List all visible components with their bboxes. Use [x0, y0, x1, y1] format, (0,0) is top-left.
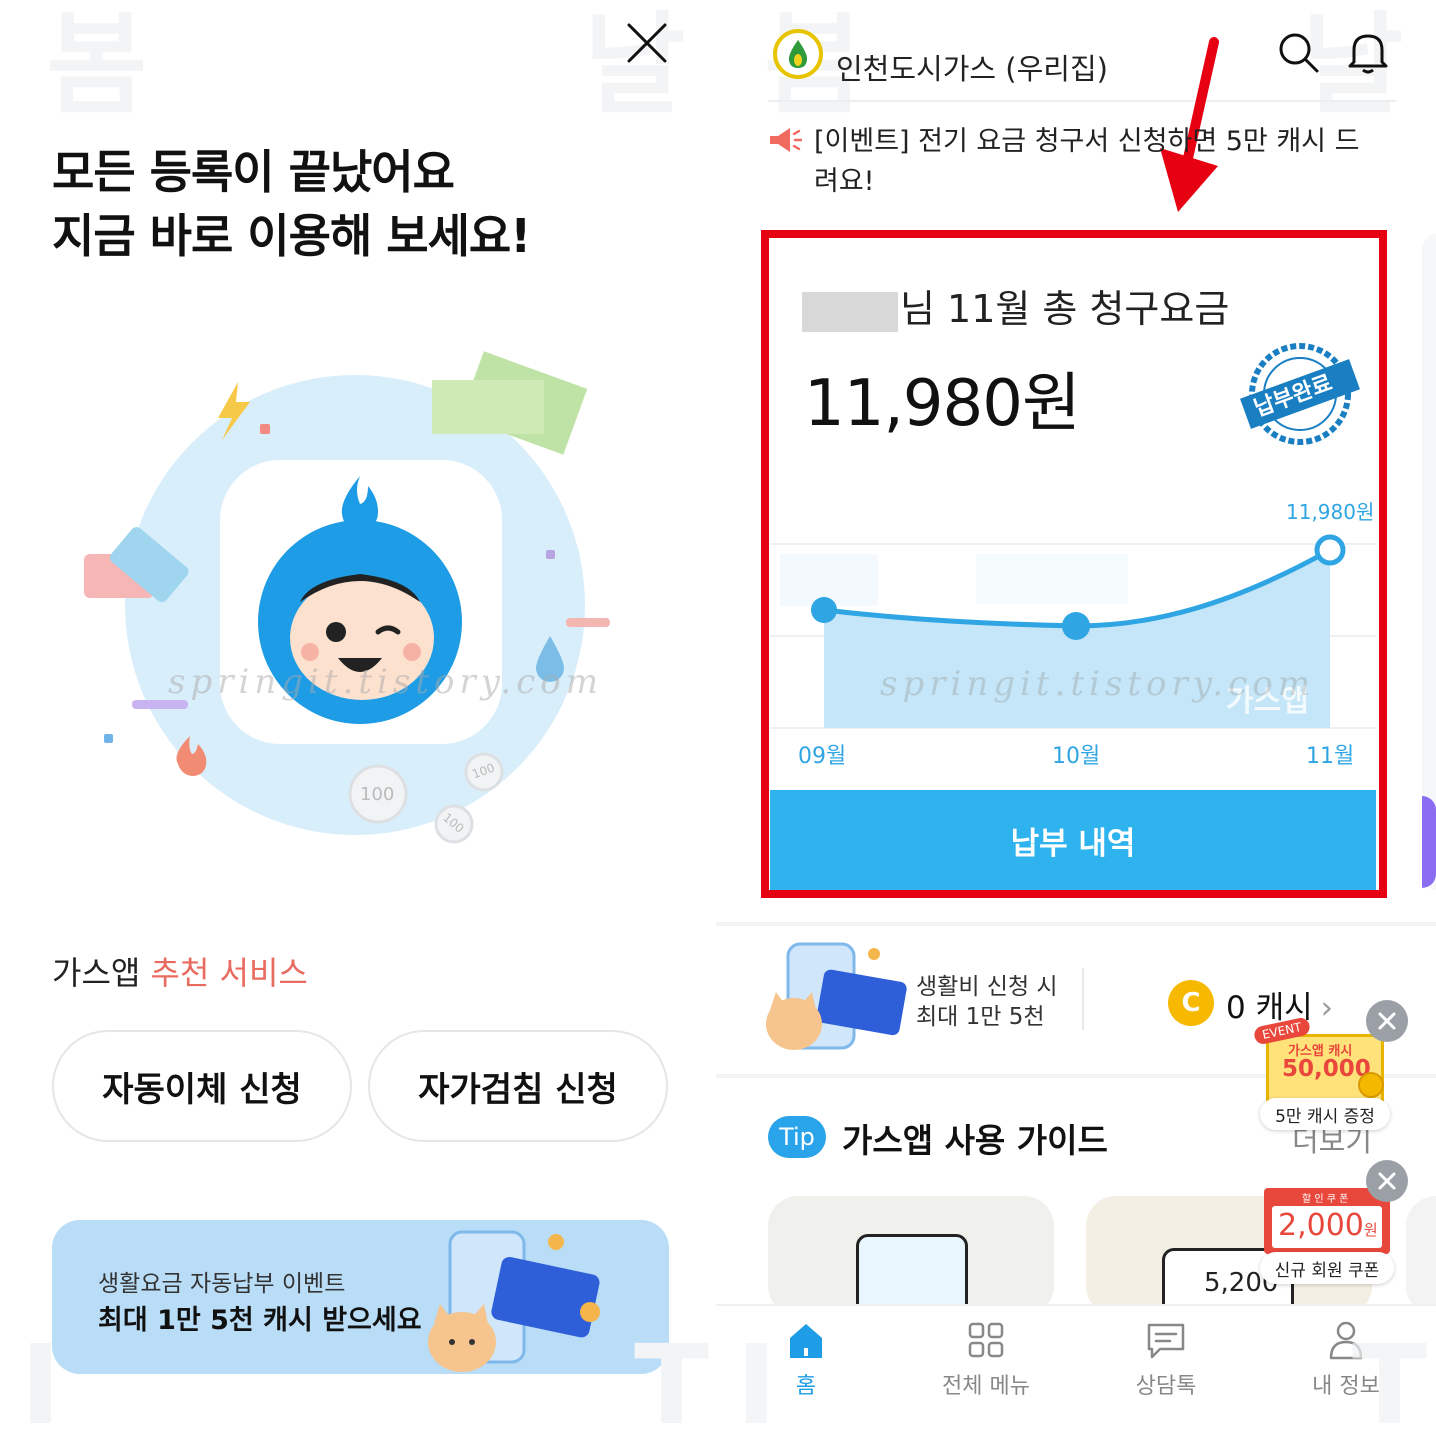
billing-chart: 11,980원 가스앱 springit.tistory.com: [770, 496, 1376, 746]
chart-point-09: [811, 597, 837, 623]
bill-amount: 11,980원: [804, 367, 1081, 441]
next-card-peek[interactable]: [1422, 234, 1436, 890]
promo-line-2: 최대 1만 5천: [916, 1004, 1045, 1030]
brand-name[interactable]: 인천도시가스 (우리집): [836, 46, 1108, 88]
banner-title: 최대 1만 5천 캐시 받으세요: [98, 1305, 422, 1336]
self-meter-reading-button[interactable]: 자가검침 신청: [368, 1030, 668, 1142]
chart-x-label: 09월: [798, 744, 847, 769]
gas-company-logo-icon: [773, 29, 823, 79]
chart-x-label: 11월: [1306, 744, 1355, 769]
cat-card-illustration: [766, 942, 907, 1050]
close-icon[interactable]: [1366, 1160, 1408, 1202]
event-amount: 50,000: [1282, 1056, 1371, 1082]
guide-title: 가스앱 사용 가이드: [842, 1121, 1108, 1160]
coupon-amount: 2,000원: [1278, 1208, 1378, 1243]
phone-card-cat-illustration: [428, 1230, 600, 1372]
background-watermark-fragment: I: [20, 1321, 61, 1440]
section-divider: [716, 922, 1436, 926]
auto-payment-event-banner[interactable]: 생활요금 자동납부 이벤트 최대 1만 5천 캐시 받으세요: [52, 1220, 669, 1374]
chat-icon: [1147, 1323, 1185, 1359]
guide-card[interactable]: [768, 1196, 1054, 1320]
vertical-divider: [1082, 968, 1084, 1030]
background-watermark-fragment: I: [736, 1321, 777, 1440]
event-caption: 5만 캐시 증정: [1260, 1098, 1390, 1130]
chart-value-label: 11,980원: [1286, 500, 1375, 524]
recommend-highlight: 추천 서비스: [150, 954, 308, 992]
completion-headline: 모든 등록이 끝났어요 지금 바로 이용해 보세요!: [52, 140, 531, 268]
recommend-prefix: 가스앱: [52, 954, 141, 992]
payment-history-button[interactable]: 납부 내역: [770, 790, 1376, 890]
gasapp-home-screen: 봄 날 인천도시가스 (우리집): [716, 0, 1436, 1440]
cash-balance[interactable]: 0 캐시 ›: [1226, 982, 1333, 1027]
notice-text: [이벤트] 전기 요금 청구서 신청하면 5만 캐시 드려요!: [814, 126, 1360, 197]
auto-transfer-button[interactable]: 자동이체 신청: [52, 1030, 352, 1142]
bill-title: 님 11월 총 청구요금: [802, 278, 1229, 333]
chevron-right-icon: ›: [1320, 990, 1334, 1026]
background-watermark-fragment: T: [1352, 1321, 1428, 1440]
headline-line: 모든 등록이 끝났어요: [52, 145, 455, 199]
tab-chat[interactable]: 상담톡: [1086, 1306, 1246, 1440]
headline-line: 지금 바로 이용해 보세요!: [52, 209, 531, 263]
coupon-amount-value: 2,000: [1278, 1208, 1364, 1243]
chart-point-11: [1314, 534, 1346, 566]
bell-icon[interactable]: [1346, 28, 1390, 76]
tab-all-menu[interactable]: 전체 메뉴: [906, 1306, 1066, 1440]
screenshot-composite: 봄 날 모든 등록이 끝났어요 지금 바로 이용해 보세요! 100 100 1…: [0, 0, 1436, 1440]
megaphone-icon: [770, 128, 802, 152]
chart-x-label: 10월: [1052, 744, 1101, 769]
tab-label: 상담톡: [1135, 1374, 1197, 1399]
coupon-unit: 원: [1363, 1221, 1378, 1239]
site-watermark: springit.tistory.com: [168, 662, 603, 702]
bill-summary-card: 님 11월 총 청구요금 11,980원 납부완료 11,980원 가스앱 sp…: [770, 234, 1376, 890]
redacted-name: [802, 291, 898, 332]
guide-card-peek[interactable]: [1406, 1196, 1436, 1316]
banner-subtitle: 생활요금 자동납부 이벤트: [98, 1271, 346, 1297]
coin-label: 100: [360, 784, 395, 805]
search-icon[interactable]: [1276, 30, 1320, 74]
close-icon[interactable]: [1366, 1000, 1408, 1042]
background-watermark-fragment: T: [634, 1321, 710, 1440]
coupon-caption: 신규 회원 쿠폰: [1260, 1252, 1394, 1284]
payment-complete-stamp: 납부완료: [1236, 338, 1364, 450]
home-icon: [790, 1324, 822, 1358]
mascot-illustration: 100 100 100 springit.tistory.com: [60, 340, 660, 860]
registration-complete-screen: 봄 날 모든 등록이 끝났어요 지금 바로 이용해 보세요! 100 100 1…: [0, 0, 716, 1440]
promo-line-1: 생활비 신청 시: [916, 974, 1058, 1000]
cash-coin-icon: C: [1168, 980, 1214, 1026]
recommend-section-title: 가스앱 추천 서비스: [52, 948, 308, 994]
redacted-value-box: [976, 554, 1128, 604]
home-header: 인천도시가스 (우리집): [768, 24, 1396, 102]
bottom-tab-bar: 홈 전체 메뉴 상담톡 내 정보: [716, 1304, 1436, 1440]
bill-title-text: 님 11월 총 청구요금: [900, 287, 1230, 331]
tip-badge: Tip: [768, 1116, 826, 1158]
close-icon[interactable]: [624, 20, 670, 66]
site-watermark: springit.tistory.com: [880, 664, 1315, 704]
coupon-tag: 할 인 쿠 폰: [1302, 1194, 1349, 1205]
chart-point-10: [1062, 612, 1090, 640]
tab-label: 전체 메뉴: [942, 1374, 1030, 1399]
next-card-accent: [1422, 796, 1436, 888]
floating-coupon-widget[interactable]: 할 인 쿠 폰 2,000원 신규 회원 쿠폰: [1260, 1186, 1394, 1286]
background-watermark: 봄: [46, 1, 148, 129]
coin-stack-icon: [1358, 1072, 1384, 1098]
floating-event-cash-widget[interactable]: EVENT 가스앱 캐시 50,000 5만 캐시 증정: [1252, 1016, 1394, 1130]
grid-menu-icon: [968, 1322, 1004, 1358]
